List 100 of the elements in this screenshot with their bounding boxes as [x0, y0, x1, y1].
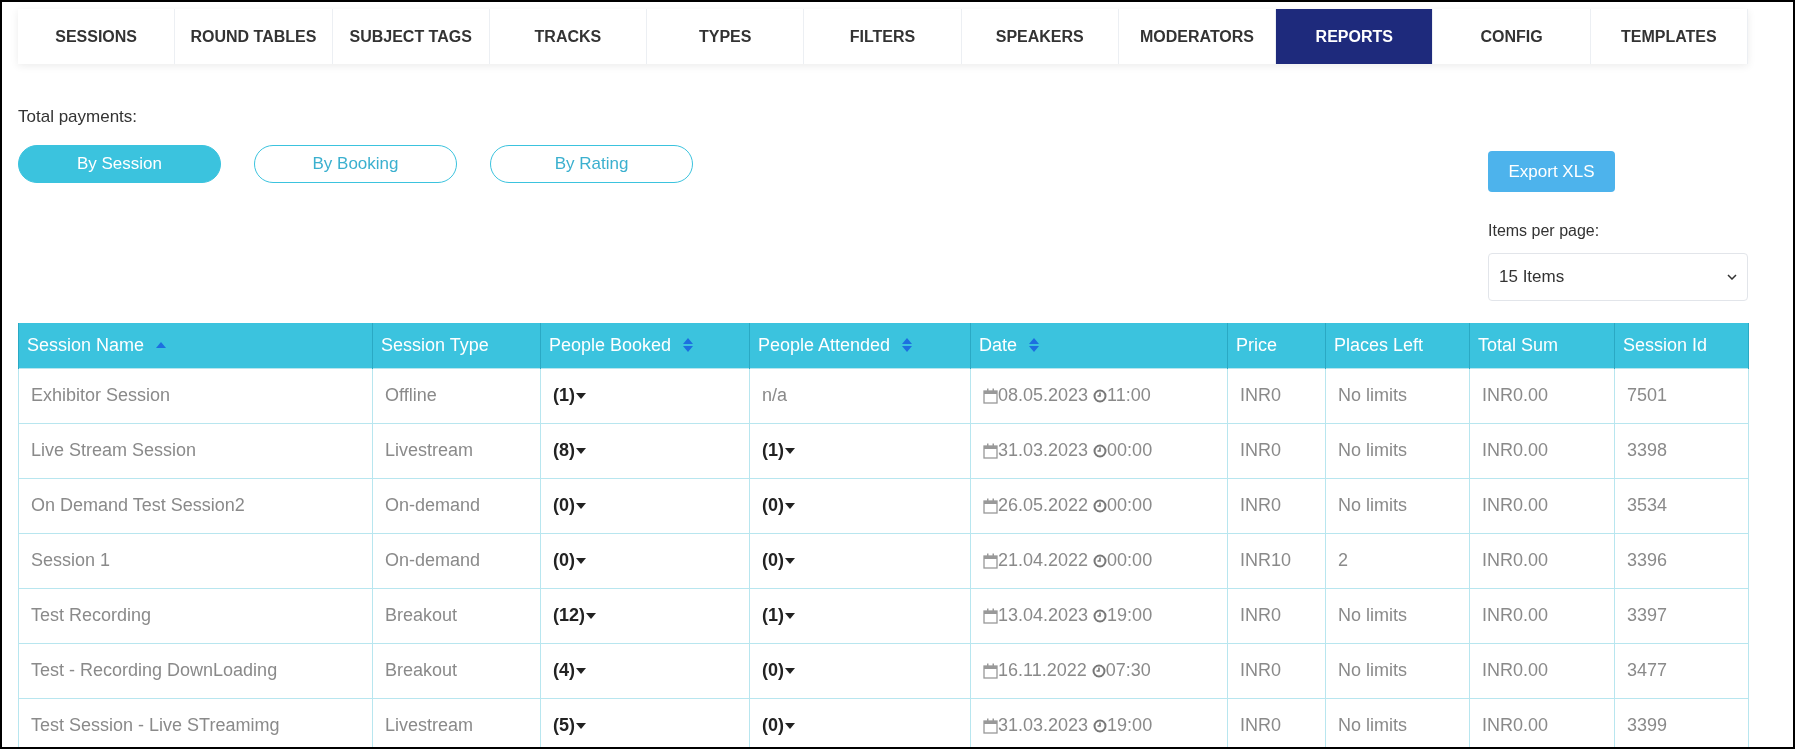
- clock-icon: [1093, 443, 1108, 458]
- table-cell-text: 16.11.2022: [998, 659, 1087, 682]
- nav-tab[interactable]: REPORTS: [1276, 9, 1434, 64]
- table-cell-text: Breakout: [385, 605, 458, 625]
- table-cell-text: Live Stream Session: [31, 440, 197, 460]
- table-cell-text: No limits: [1338, 440, 1407, 460]
- caret-icon: [576, 447, 586, 454]
- table-cell-text: 3396: [1627, 550, 1668, 570]
- table-cell-text: No limits: [1338, 605, 1407, 625]
- nav-tab[interactable]: TRACKS: [489, 9, 648, 64]
- table-cell-text: 3399: [1627, 715, 1668, 735]
- table-cell-text: Livestream: [385, 715, 474, 735]
- table-cell-text: 3534: [1627, 495, 1668, 515]
- count-dropdown[interactable]: (1): [762, 437, 795, 464]
- table-cell-text: INR0.00: [1482, 385, 1549, 405]
- table-cell-text: INR0.00: [1482, 605, 1549, 625]
- table-cell-text: Breakout: [385, 660, 458, 680]
- nav-tab[interactable]: SESSIONS: [18, 9, 176, 64]
- table-cell-text: n/a: [762, 385, 788, 405]
- count-dropdown[interactable]: (8): [553, 437, 586, 464]
- nav-tab[interactable]: MODERATORS: [1118, 9, 1277, 64]
- table-cell-text: INR0.00: [1482, 715, 1549, 735]
- caret-icon: [785, 447, 795, 454]
- table-cell-text: On Demand Test Session2: [31, 495, 245, 515]
- count-dropdown[interactable]: (5): [553, 712, 586, 739]
- count-dropdown[interactable]: (0): [762, 657, 795, 684]
- caret-icon: [576, 667, 586, 674]
- table-cell-text: 00:00: [1107, 549, 1153, 572]
- caret-icon: [785, 502, 795, 509]
- table-cell-text: Offline: [385, 385, 437, 405]
- table-cell-text: Session 1: [31, 550, 111, 570]
- calendar-icon: [983, 387, 998, 404]
- nav-tab[interactable]: FILTERS: [804, 9, 962, 64]
- table-cell-text: Test Session - Live STreamimg: [31, 715, 280, 735]
- nav-tab[interactable]: SPEAKERS: [961, 9, 1119, 64]
- table-cell-text: 00:00: [1107, 439, 1153, 462]
- items-per-page-select[interactable]: 15 Items: [1488, 253, 1748, 301]
- chevron-down-icon: [1727, 274, 1737, 280]
- clock-icon: [1093, 498, 1108, 513]
- sort-icon[interactable]: [683, 338, 694, 353]
- caret-icon: [586, 612, 596, 619]
- table-cell-text: INR0.00: [1482, 495, 1549, 515]
- count-dropdown[interactable]: (0): [553, 492, 586, 519]
- table-cell-text: INR0: [1240, 660, 1281, 680]
- table-cell-text: INR10: [1240, 550, 1292, 570]
- table-cell-text: 7501: [1627, 385, 1668, 405]
- table-cell-text: No limits: [1338, 495, 1407, 515]
- nav-tab[interactable]: TEMPLATES: [1590, 9, 1748, 64]
- table-cell-text: Test - Recording DownLoading: [31, 660, 278, 680]
- total-payments-label: Total payments:: [18, 106, 139, 128]
- table-cell-text: 26.05.2022: [998, 494, 1089, 517]
- table-cell-text: INR0.00: [1482, 440, 1549, 460]
- table-cell-text: INR0: [1240, 440, 1281, 460]
- nav-tab[interactable]: TYPES: [647, 9, 805, 64]
- count-dropdown[interactable]: (0): [762, 492, 795, 519]
- count-dropdown[interactable]: (4): [553, 657, 586, 684]
- table-cell-text: 19:00: [1107, 714, 1153, 737]
- nav-tab[interactable]: CONFIG: [1433, 9, 1591, 64]
- table-cell-text: Exhibitor Session: [31, 385, 171, 405]
- clock-icon: [1093, 718, 1108, 733]
- table-cell-text: 19:00: [1107, 604, 1153, 627]
- table-cell-text: 11:00: [1107, 384, 1151, 407]
- table-cell-text: 31.03.2023: [998, 714, 1089, 737]
- count-dropdown[interactable]: (1): [553, 382, 586, 409]
- items-per-page-label: Items per page:: [1488, 221, 1601, 241]
- calendar-icon: [983, 662, 998, 679]
- count-dropdown[interactable]: (0): [762, 547, 795, 574]
- count-dropdown[interactable]: (12): [553, 602, 596, 629]
- table-cell-text: 21.04.2022: [998, 549, 1089, 572]
- calendar-icon: [983, 607, 998, 624]
- table-cell-text: 08.05.2023: [998, 384, 1089, 407]
- caret-icon: [785, 612, 795, 619]
- nav-tab[interactable]: ROUND TABLES: [175, 9, 333, 64]
- count-dropdown[interactable]: (0): [553, 547, 586, 574]
- calendar-icon: [983, 442, 998, 459]
- sort-ascending-icon[interactable]: [156, 342, 167, 349]
- caret-icon: [785, 557, 795, 564]
- table-cell-text: 31.03.2023: [998, 439, 1089, 462]
- table-cell-text: No limits: [1338, 660, 1407, 680]
- table-cell-text: INR0.00: [1482, 550, 1549, 570]
- table-cell-text: 13.04.2023: [998, 604, 1089, 627]
- caret-icon: [576, 722, 586, 729]
- caret-icon: [785, 667, 795, 674]
- sort-icon[interactable]: [1029, 338, 1040, 353]
- table-cell-text: Test Recording: [31, 605, 152, 625]
- clock-icon: [1093, 388, 1108, 403]
- table-cell-text: INR0: [1240, 715, 1281, 735]
- clock-icon: [1093, 608, 1108, 623]
- table-cell-text: 3397: [1627, 605, 1668, 625]
- count-dropdown[interactable]: (0): [762, 712, 795, 739]
- nav-tab[interactable]: SUBJECT TAGS: [332, 9, 490, 64]
- table-cell-text: 00:00: [1107, 494, 1153, 517]
- table-cell-text: On-demand: [385, 550, 481, 570]
- table-cell-text: On-demand: [385, 495, 481, 515]
- table-cell-text: 3477: [1627, 660, 1668, 680]
- sort-icon[interactable]: [902, 338, 913, 353]
- count-dropdown[interactable]: (1): [762, 602, 795, 629]
- table-cell-text: INR0.00: [1482, 660, 1549, 680]
- table-cell-text: 07:30: [1105, 659, 1151, 682]
- calendar-icon: [983, 552, 998, 569]
